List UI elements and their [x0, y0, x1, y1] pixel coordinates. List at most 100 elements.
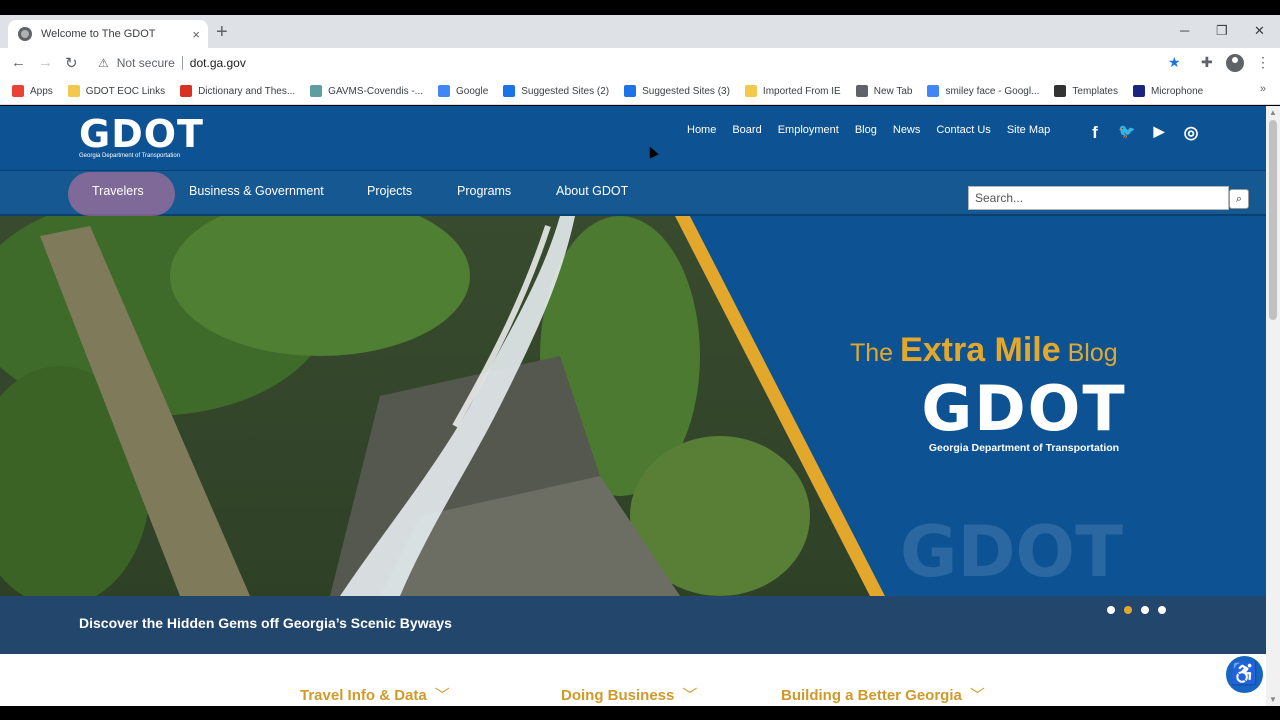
site-header: GDOT Georgia Department of Transportatio…: [0, 106, 1266, 170]
youtube-icon[interactable]: ▶: [1149, 123, 1169, 143]
security-label[interactable]: Not secure: [117, 56, 175, 70]
profile-avatar-icon[interactable]: [1226, 54, 1244, 72]
util-nav-blog[interactable]: Blog: [855, 124, 877, 136]
chevron-down-icon: ﹀: [682, 687, 698, 704]
bookmark-star-icon[interactable]: ★: [1168, 54, 1181, 71]
bookmark-label: Templates: [1072, 85, 1118, 97]
bookmark-icon: [12, 85, 24, 97]
carousel-dots: [1107, 606, 1175, 614]
util-nav-news[interactable]: News: [893, 124, 921, 136]
hero-carousel[interactable]: GDOT The Extra Mile Blog GDOT Georgia De…: [0, 216, 1266, 596]
tab-strip: Welcome to The GDOT × + ─ ❐ ✕: [0, 15, 1280, 48]
bookmark-item[interactable]: smiley face - Googl...: [927, 85, 1039, 97]
util-nav-employment[interactable]: Employment: [778, 124, 839, 136]
minimize-button[interactable]: ─: [1180, 23, 1189, 38]
window-close-button[interactable]: ✕: [1254, 23, 1265, 39]
bookmark-icon: [310, 85, 323, 97]
scroll-down-icon[interactable]: ▼: [1269, 695, 1277, 704]
search-input[interactable]: Search...: [968, 186, 1229, 210]
carousel-dot[interactable]: [1158, 606, 1166, 614]
bookmark-icon: [927, 85, 940, 97]
accessibility-icon[interactable]: ♿: [1226, 656, 1263, 693]
bookmark-label: Apps: [30, 85, 53, 97]
tab-title: Welcome to The GDOT: [41, 28, 156, 40]
bookmark-label: GDOT EOC Links: [85, 85, 166, 97]
nav-business-government[interactable]: Business & Government: [189, 184, 324, 198]
blog-title-suffix: Blog: [1067, 339, 1118, 367]
url-text[interactable]: dot.ga.gov: [190, 56, 246, 70]
bookmark-icon: [744, 85, 757, 97]
nav-projects[interactable]: Projects: [367, 184, 412, 198]
bookmark-item[interactable]: Imported From IE: [744, 85, 841, 97]
scroll-up-icon[interactable]: ▲: [1269, 108, 1277, 117]
bookmark-item[interactable]: GAVMS-Covendis -...: [310, 85, 423, 97]
tab-gdot[interactable]: Welcome to The GDOT ×: [8, 20, 208, 48]
warning-icon[interactable]: ⚠: [98, 56, 109, 70]
carousel-dot[interactable]: [1124, 606, 1132, 614]
carousel-caption[interactable]: Discover the Hidden Gems off Georgia’s S…: [79, 615, 452, 631]
hero-gdot-logo: GDOT Georgia Department of Transportatio…: [912, 372, 1136, 455]
bookmark-icon: [624, 85, 637, 97]
new-tab-button[interactable]: +: [216, 22, 228, 42]
util-nav-site-map[interactable]: Site Map: [1007, 124, 1050, 136]
blog-title-prefix: The: [850, 339, 894, 367]
hero-logo-wordmark: GDOT: [921, 372, 1127, 445]
bookmark-icon: [1132, 85, 1145, 97]
blog-title-highlight: Extra Mile: [900, 331, 1061, 369]
logo-wordmark[interactable]: GDOT: [79, 114, 204, 154]
bookmark-item[interactable]: Suggested Sites (3): [624, 85, 730, 97]
facebook-icon[interactable]: f: [1085, 123, 1105, 143]
bookmark-icon: [1054, 85, 1067, 97]
gdot-logo[interactable]: GDOT Georgia Department of Transportatio…: [79, 114, 204, 159]
social-links: f 🐦 ▶ ◎: [1085, 123, 1213, 143]
page-scrollbar[interactable]: ▲ ▼: [1266, 106, 1280, 706]
carousel-dot[interactable]: [1141, 606, 1149, 614]
util-nav-board[interactable]: Board: [732, 124, 761, 136]
bottom-letterbox: [0, 706, 1280, 720]
quicklink-label: Travel Info & Data: [300, 687, 427, 704]
bookmark-icon: [503, 85, 516, 97]
util-nav-home[interactable]: Home: [687, 124, 716, 136]
bookmark-item[interactable]: Apps: [12, 85, 53, 97]
quick-links: Travel Info & Data ﹀ Doing Business ﹀ Buil…: [0, 654, 1266, 706]
back-arrow-icon[interactable]: ←: [11, 54, 26, 71]
bookmark-item[interactable]: New Tab: [855, 85, 912, 97]
quicklink-label: Doing Business: [561, 687, 675, 704]
bookmark-label: Imported From IE: [762, 85, 841, 97]
bookmark-icon: [180, 85, 193, 97]
scroll-thumb[interactable]: [1269, 120, 1277, 320]
menu-kebab-icon[interactable]: ⋮: [1256, 54, 1270, 71]
browser-toolbar: ← → ↻ ⚠ Not secure dot.ga.gov ★ ✚ ⋮: [0, 48, 1280, 78]
hero-logo-subtitle: Georgia Department of Transportation: [928, 442, 1120, 454]
address-bar[interactable]: ⚠ Not secure dot.ga.gov: [90, 50, 1190, 76]
quicklink-travel-info[interactable]: Travel Info & Data ﹀: [300, 684, 450, 705]
bookmark-label: Suggested Sites (3): [642, 85, 730, 97]
bookmark-label: GAVMS-Covendis -...: [328, 85, 424, 97]
bookmarks-overflow-icon[interactable]: »: [1260, 83, 1266, 95]
bookmark-item[interactable]: Dictionary and Thes...: [180, 85, 295, 97]
bookmark-item[interactable]: Templates: [1054, 85, 1118, 97]
bookmark-item[interactable]: Suggested Sites (2): [503, 85, 609, 97]
restore-button[interactable]: ❐: [1216, 23, 1228, 39]
svg-text:GDOT: GDOT: [900, 511, 1123, 593]
search-icon[interactable]: ⌕: [1229, 189, 1249, 209]
util-nav-contact-us[interactable]: Contact Us: [936, 124, 990, 136]
quicklink-label: Building a Better Georgia: [781, 687, 962, 704]
tab-close-icon[interactable]: ×: [192, 27, 200, 42]
quicklink-better-georgia[interactable]: Building a Better Georgia ﹀: [781, 684, 985, 705]
forward-arrow-icon[interactable]: →: [38, 54, 53, 71]
reload-icon[interactable]: ↻: [65, 54, 78, 72]
carousel-dot[interactable]: [1107, 606, 1115, 614]
chevron-down-icon: ﹀: [969, 687, 985, 704]
bookmark-item[interactable]: GDOT EOC Links: [67, 85, 166, 97]
nav-travelers[interactable]: Travelers: [92, 184, 144, 198]
quicklink-doing-business[interactable]: Doing Business ﹀: [561, 684, 697, 705]
nav-about-gdot[interactable]: About GDOT: [556, 184, 628, 198]
extensions-icon[interactable]: ✚: [1201, 54, 1213, 71]
instagram-icon[interactable]: ◎: [1181, 123, 1201, 143]
bookmark-item[interactable]: Microphone: [1132, 85, 1203, 97]
bookmark-item[interactable]: Google: [438, 85, 488, 97]
nav-programs[interactable]: Programs: [457, 184, 511, 198]
main-nav: Travelers Business & Government Projects…: [0, 170, 1266, 216]
twitter-icon[interactable]: 🐦: [1117, 123, 1137, 143]
